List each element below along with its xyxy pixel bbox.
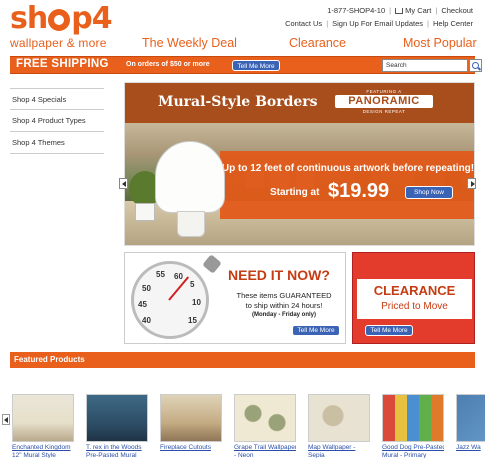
cart-link[interactable]: My Cart [405, 6, 431, 15]
need-it-now-text: These items GUARANTEED to ship within 24… [236, 291, 332, 310]
nav-clearance[interactable]: Clearance [289, 36, 346, 50]
panoramic-badge: FEATURING A PANORAMIC DESIGN REPEAT [325, 89, 443, 119]
featured-products-header: Featured Products [10, 352, 475, 368]
product-card[interactable]: Grape Trail Wallpaper - Neon [234, 394, 296, 458]
hero-title: Mural-Style Borders [158, 94, 318, 110]
nav-weekly-deal[interactable]: The Weekly Deal [142, 36, 237, 50]
hero-next-arrow-icon[interactable] [467, 178, 476, 189]
chair-image [155, 141, 225, 213]
product-card[interactable]: T. rex in the Woods Pre-Pasted Mural [86, 394, 148, 458]
search-icon[interactable] [469, 59, 482, 72]
product-thumbnail[interactable] [86, 394, 148, 442]
featured-products-carousel: Enchanted Kingdom 12" Mural Style T. rex… [0, 388, 485, 460]
product-name-line2[interactable]: - Neon [234, 452, 296, 458]
help-link[interactable]: Help Center [433, 19, 473, 28]
product-thumbnail[interactable] [308, 394, 370, 442]
product-name[interactable]: Grape Trail Wallpaper [234, 444, 296, 452]
product-thumbnail[interactable] [234, 394, 296, 442]
checkout-link[interactable]: Checkout [441, 6, 473, 15]
sidebar-menu: Shop 4 Specials Shop 4 Product Types Sho… [10, 88, 104, 154]
stopwatch-icon: 55 60 5 50 10 45 15 40 [131, 261, 209, 339]
stopwatch-crown-icon [202, 254, 222, 274]
logo-text: sh [10, 1, 48, 36]
need-it-now-title: NEED IT NOW? [228, 267, 330, 283]
nav-most-popular[interactable]: Most Popular [403, 36, 477, 50]
logo-wordmark: sh p4 [10, 2, 120, 36]
clearance-promo[interactable]: CLEARANCE Priced to Move Tell Me More [352, 252, 475, 344]
search-input[interactable] [382, 59, 468, 72]
main-nav: The Weekly Deal Clearance Most Popular [0, 36, 485, 52]
signup-link[interactable]: Sign Up For Email Updates [332, 19, 423, 28]
products-prev-arrow-icon[interactable] [2, 414, 10, 425]
shop-now-button[interactable]: Shop Now [405, 186, 453, 199]
product-name-line2[interactable] [160, 452, 222, 458]
free-shipping-title: FREE SHIPPING [16, 58, 109, 70]
product-name[interactable]: Map Wallpaper - [308, 444, 370, 452]
logo-text-end: p4 [71, 1, 112, 36]
hero-price: $19.99 [328, 180, 390, 202]
product-thumbnail[interactable] [382, 394, 444, 442]
product-name[interactable]: Fireplace Cutouts [160, 444, 222, 452]
product-card[interactable]: Enchanted Kingdom 12" Mural Style [12, 394, 74, 458]
product-name-line2[interactable]: Pre-Pasted Mural [86, 452, 148, 458]
sidebar-item-themes[interactable]: Shop 4 Themes [10, 132, 104, 154]
free-shipping-bar: FREE SHIPPING On orders of $50 or more T… [10, 56, 482, 74]
sidebar-item-specials[interactable]: Shop 4 Specials [10, 88, 104, 110]
product-name[interactable]: Enchanted Kingdom [12, 444, 74, 452]
clearance-title: CLEARANCE [373, 283, 456, 298]
panoramic-word: PANORAMIC [335, 95, 433, 108]
utility-links: 1-877-SHOP4-10 | My Cart | Checkout Contact … [285, 6, 473, 28]
product-name-line2[interactable]: Mural - Primary [382, 452, 444, 458]
panoramic-repeat: DESIGN REPEAT [362, 109, 406, 114]
product-name[interactable]: Good Dog Pre-Pasted [382, 444, 444, 452]
product-name-line2[interactable]: 12" Mural Style [12, 452, 74, 458]
hero-headline: Up to 12 feet of continuous artwork befo… [221, 163, 475, 174]
hero-starting-label: Starting at [270, 187, 320, 198]
phone-number: 1-877-SHOP4-10 [327, 6, 386, 15]
panoramic-featuring: FEATURING A [366, 89, 402, 94]
product-thumbnail[interactable] [456, 394, 485, 442]
product-card[interactable]: Good Dog Pre-Pasted Mural - Primary [382, 394, 444, 458]
product-thumbnail[interactable] [160, 394, 222, 442]
pot-image [135, 203, 155, 221]
product-name[interactable]: T. rex in the Woods [86, 444, 148, 452]
product-thumbnail[interactable] [12, 394, 74, 442]
shipping-condition: On orders of $50 or more [126, 61, 210, 68]
chair-base-image [177, 211, 205, 237]
clearance-button[interactable]: Tell Me More [365, 325, 413, 336]
product-card[interactable]: Jazz Wa [456, 394, 485, 452]
shipping-tell-me-button[interactable]: Tell Me More [232, 60, 280, 71]
product-card[interactable]: Fireplace Cutouts [160, 394, 222, 458]
featured-products-title: Featured Products [14, 355, 85, 364]
product-card[interactable]: Map Wallpaper - Sepia [308, 394, 370, 458]
need-it-now-promo[interactable]: 55 60 5 50 10 45 15 40 NEED IT NOW? Thes… [124, 252, 346, 344]
logo-o-icon [48, 9, 71, 31]
product-name[interactable]: Jazz Wa [456, 444, 485, 452]
clearance-subtitle: Priced to Move [381, 301, 448, 312]
product-name-line2[interactable]: Sepia [308, 452, 370, 458]
contact-link[interactable]: Contact Us [285, 19, 322, 28]
hero-banner[interactable]: Mural-Style Borders FEATURING A PANORAMI… [124, 82, 475, 246]
sidebar-item-product-types[interactable]: Shop 4 Product Types [10, 110, 104, 132]
need-it-now-button[interactable]: Tell Me More [292, 325, 340, 336]
cart-icon[interactable] [395, 8, 404, 14]
hero-prev-arrow-icon[interactable] [119, 178, 128, 189]
need-it-now-note: (Monday - Friday only) [251, 312, 316, 318]
